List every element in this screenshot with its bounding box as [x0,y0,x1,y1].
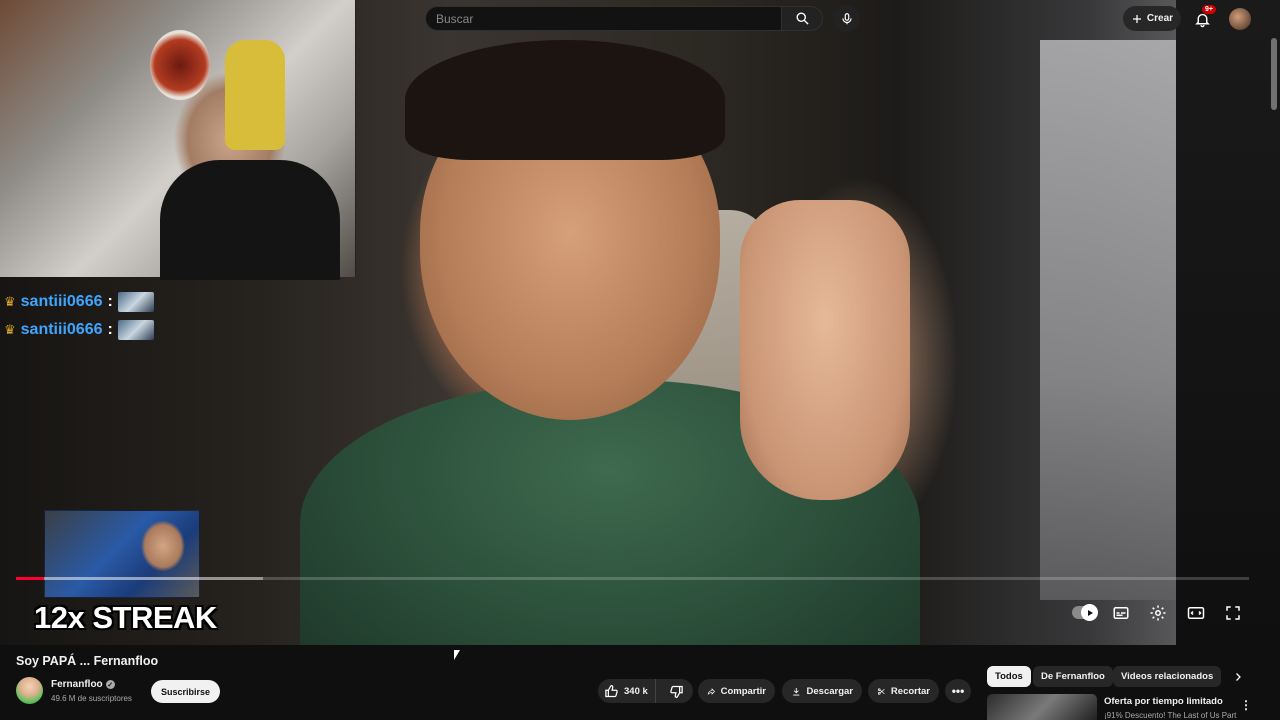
search-button[interactable] [781,6,823,31]
plus-icon [1132,14,1141,23]
share-label: Compartir [720,685,766,697]
like-button[interactable]: 340 k [598,679,656,703]
download-label: Descargar [806,685,853,697]
chat-username: santiii0666 [20,293,103,310]
share-icon [707,687,716,695]
video-scene-window [1040,40,1180,600]
crown-badge-icon: ♛ [4,322,16,337]
create-label: Crear [1146,13,1174,24]
page-background-right [1176,0,1280,645]
streamer-webcam-overlay [0,0,356,280]
recommendation-thumbnail[interactable] [987,694,1097,720]
fullscreen-icon[interactable] [1223,603,1243,623]
clip-label: Recortar [890,685,930,697]
recommendation-subtitle: ¡91% Descuento! The Last of Us Part [1104,711,1237,720]
notifications-button[interactable]: 9+ [1190,5,1216,31]
video-scene-hair [405,40,725,160]
crown-badge-icon: ♛ [4,294,16,309]
autoplay-toggle[interactable] [1072,604,1098,621]
chat-username: santiii0666 [20,321,103,338]
progress-buffer [16,577,263,580]
chat-emote-icon [117,320,154,340]
chip-related[interactable]: Videos relacionados [1113,666,1222,687]
video-scene-hand [740,200,910,500]
more-actions-button[interactable]: ••• [945,679,971,703]
chip-all[interactable]: Todos [987,666,1031,687]
search-input[interactable] [436,11,781,26]
search-icon [796,12,809,25]
thumbs-up-icon [605,684,618,697]
download-button[interactable]: Descargar [782,679,862,703]
subscribe-button[interactable]: Suscribirse [151,680,220,703]
channel-name[interactable]: Fernanfloo [51,679,103,690]
subscriber-count: 49.6 M de suscriptores [51,694,132,703]
chip-from-channel[interactable]: De Fernanfloo [1033,666,1113,687]
recommendation-title[interactable]: Oferta por tiempo limitado [1104,696,1223,707]
microphone-icon [841,12,852,24]
channel-avatar[interactable] [16,677,43,704]
scissors-icon [877,687,885,695]
notification-badge: 9+ [1202,5,1216,14]
mouse-cursor-icon [454,650,460,660]
voice-search-button[interactable] [833,5,860,32]
chat-separator: : [107,293,113,310]
chips-next-button[interactable] [1227,666,1249,688]
account-avatar[interactable] [1229,8,1251,30]
chat-emote-icon [117,292,154,312]
page-scrollbar[interactable] [1271,38,1277,110]
webcam-figure [225,40,285,150]
streak-label: 12x STREAK [34,600,217,635]
streak-webcam [44,510,200,598]
video-title: Soy PAPÁ ... Fernanfloo [16,654,159,668]
webcam-streamer [160,160,340,280]
verified-icon [105,680,115,689]
channel-name-link[interactable]: Fernanfloo [51,679,115,690]
like-count: 340 k [624,685,648,697]
progress-bar[interactable] [16,577,1249,580]
progress-played [16,577,45,580]
search-field[interactable] [425,6,782,31]
recommendation-menu-icon[interactable]: ⋮ [1240,697,1252,713]
thumbs-down-icon [670,685,684,698]
chat-message: ♛ santiii0666 : [4,291,154,313]
settings-gear-icon[interactable] [1148,603,1168,623]
chat-message: ♛ santiii0666 : [4,319,154,341]
chat-separator: : [107,321,113,338]
subtitles-icon[interactable] [1111,603,1131,623]
like-dislike-group: 340 k [598,679,693,703]
create-button[interactable]: Crear [1123,6,1181,31]
webcam-poster [150,30,210,100]
clip-button[interactable]: Recortar [868,679,939,703]
chevron-right-icon [1236,673,1241,681]
dislike-button[interactable] [661,679,693,703]
theater-mode-icon[interactable] [1186,603,1206,623]
share-button[interactable]: Compartir [698,679,775,703]
download-icon [793,687,800,695]
